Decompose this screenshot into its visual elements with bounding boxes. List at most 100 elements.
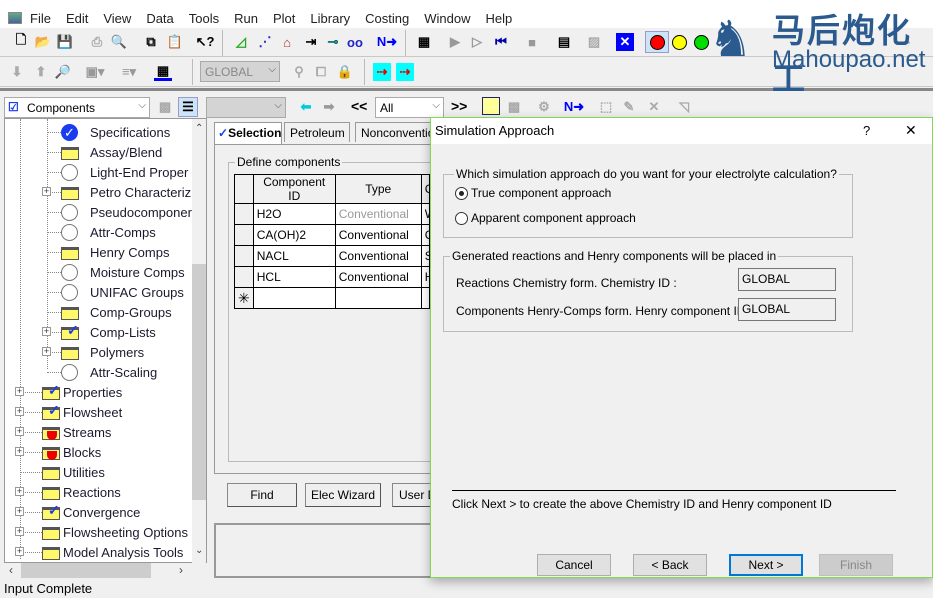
forward-arrow-icon[interactable]: ➡	[320, 98, 338, 116]
grid-cell[interactable]: W	[420, 203, 430, 225]
menu-data[interactable]: Data	[146, 11, 173, 26]
henry-id-field[interactable]: GLOBAL	[738, 298, 836, 321]
tree-item-utilities[interactable]: Utilities	[5, 462, 195, 482]
grid-cell[interactable]: Conventional	[334, 245, 422, 267]
expand-icon[interactable]: +	[15, 487, 24, 496]
scroll-up-icon[interactable]: ⌃	[195, 123, 203, 134]
tab-petroleum[interactable]: Petroleum	[284, 122, 350, 142]
expand-icon[interactable]: +	[42, 187, 51, 196]
elec-wizard-button[interactable]: Elec Wizard	[305, 483, 381, 507]
menu-costing[interactable]: Costing	[365, 11, 409, 26]
edit-options-icon[interactable]: ≡▾	[120, 63, 138, 81]
back-button[interactable]: < Back	[633, 554, 707, 576]
tree-item-model-analysis-tools[interactable]: + Model Analysis Tools	[5, 542, 195, 562]
row-header[interactable]	[234, 224, 254, 246]
tree-item-unifac-groups[interactable]: UNIFAC Groups	[5, 282, 195, 302]
apparent-component-radio[interactable]: Apparent component approach	[455, 211, 636, 225]
lock-icon[interactable]: 🔒	[336, 63, 354, 81]
previous-button[interactable]: <<	[351, 98, 367, 114]
menu-edit[interactable]: Edit	[66, 11, 88, 26]
grid-cell[interactable]: CA	[420, 224, 430, 246]
tree-item-attr-scaling[interactable]: Attr-Scaling	[5, 362, 195, 382]
menu-window[interactable]: Window	[424, 11, 470, 26]
expand-icon[interactable]: +	[15, 407, 24, 416]
tree-item-specifications[interactable]: ✓ Specifications	[5, 122, 195, 142]
grid-cell[interactable]: HY	[420, 266, 430, 288]
status-icon[interactable]: ▩	[505, 98, 523, 116]
expand-icon[interactable]: +	[42, 327, 51, 336]
stop-icon[interactable]: ■	[523, 33, 541, 51]
menu-plot[interactable]: Plot	[273, 11, 295, 26]
tree-item-attr-comps[interactable]: Attr-Comps	[5, 222, 195, 242]
menu-help[interactable]: Help	[485, 11, 512, 26]
view-options-icon[interactable]: ▣▾	[86, 63, 105, 81]
global-combo[interactable]: GLOBAL ⌵	[200, 61, 280, 82]
print-preview-icon[interactable]: 🔍	[110, 33, 128, 51]
grid-cell[interactable]: SO	[420, 245, 430, 267]
menu-library[interactable]: Library	[310, 11, 350, 26]
blocks-icon[interactable]: ⊸	[324, 33, 342, 51]
tree-vertical-scrollbar[interactable]: ⌃ ⌄	[192, 119, 206, 563]
tree-item-streams[interactable]: + Streams	[5, 422, 195, 442]
tree-item-comp-lists[interactable]: + ✓ Comp-Lists	[5, 322, 195, 342]
next-icon[interactable]: N➜	[377, 33, 397, 51]
tree-item-properties[interactable]: + ✓ Properties	[5, 382, 195, 402]
tree-item-petro-characteriz[interactable]: + Petro Characteriz	[5, 182, 195, 202]
tree-item-flowsheet[interactable]: + ✓ Flowsheet	[5, 402, 195, 422]
run-icon[interactable]: ▶	[446, 33, 464, 51]
move-down-icon[interactable]: ⬇	[8, 63, 26, 81]
cancel-button[interactable]: Cancel	[537, 554, 611, 576]
next-input-icon[interactable]: N➜	[564, 98, 584, 116]
filter-combo[interactable]: All ⌵	[375, 97, 444, 118]
export-icon[interactable]: ⇢	[396, 63, 414, 81]
control-panel-icon[interactable]: ▦	[415, 33, 433, 51]
grid-cell[interactable]: NACL	[252, 245, 336, 267]
expand-icon[interactable]: +	[15, 387, 24, 396]
report-icon[interactable]: ▨	[585, 33, 603, 51]
menu-tools[interactable]: Tools	[189, 11, 219, 26]
setup-icon[interactable]: ◿	[232, 33, 250, 51]
step-icon[interactable]: ▷	[468, 33, 486, 51]
find-button[interactable]: Find	[227, 483, 297, 507]
true-component-radio[interactable]: True component approach	[455, 186, 611, 200]
menu-view[interactable]: View	[103, 11, 131, 26]
move-up-icon[interactable]: ⬆	[32, 63, 50, 81]
check-results-icon[interactable]: ▤	[555, 33, 573, 51]
grid-cell[interactable]: Conventional	[334, 266, 422, 288]
properties-icon[interactable]: ⌂	[278, 33, 296, 51]
new-icon[interactable]: ⬚	[597, 98, 615, 116]
menu-file[interactable]: File	[30, 11, 51, 26]
menu-run[interactable]: Run	[234, 11, 258, 26]
components-icon[interactable]: ⋰	[256, 33, 274, 51]
hscroll-thumb[interactable]	[21, 563, 151, 578]
paste-icon[interactable]: 📋	[166, 33, 184, 51]
back-arrow-icon[interactable]: ⬅	[297, 98, 315, 116]
search-tool-icon[interactable]: ⚲	[290, 63, 308, 81]
tree-item-flowsheeting-options[interactable]: + Flowsheeting Options	[5, 522, 195, 542]
red-status-button[interactable]	[645, 31, 669, 53]
new-row[interactable]: ✳	[234, 287, 430, 309]
scroll-down-icon[interactable]: ⌄	[195, 545, 203, 556]
clear-icon[interactable]: ◹	[675, 98, 693, 116]
find-object-icon[interactable]: 🔎	[54, 63, 72, 81]
new-file-icon[interactable]: 🗋	[12, 32, 30, 51]
table-row[interactable]: H2OConventionalW	[234, 203, 430, 225]
expand-icon[interactable]: +	[15, 547, 24, 556]
column-header[interactable]: Component ID	[252, 174, 336, 204]
reinitialize-icon[interactable]: ⏮	[492, 33, 510, 51]
print-icon[interactable]: ⎙	[88, 33, 106, 51]
tree-horizontal-scrollbar[interactable]: ‹ ›	[5, 563, 207, 578]
row-header[interactable]	[234, 266, 254, 288]
save-icon[interactable]: 💾	[56, 33, 74, 51]
notes-icon[interactable]	[482, 97, 500, 115]
grid-cell[interactable]: H2O	[252, 203, 336, 225]
gear-icon[interactable]: ⚙	[535, 98, 553, 116]
data-browser-tree[interactable]: ✓ Specifications Assay/Blend Light-End Prop…	[4, 118, 207, 563]
expand-icon[interactable]: +	[15, 507, 24, 516]
results-glasses-icon[interactable]: oo	[346, 33, 364, 51]
tree-item-comp-groups[interactable]: Comp-Groups	[5, 302, 195, 322]
tree-toggle-icon[interactable]: ☰	[178, 97, 198, 117]
components-grid[interactable]: Component IDTypeCH2OConventionalWCA(OH)2…	[234, 174, 430, 309]
tree-item-blocks[interactable]: + Blocks	[5, 442, 195, 462]
tree-item-pseudocomponer[interactable]: Pseudocomponer	[5, 202, 195, 222]
